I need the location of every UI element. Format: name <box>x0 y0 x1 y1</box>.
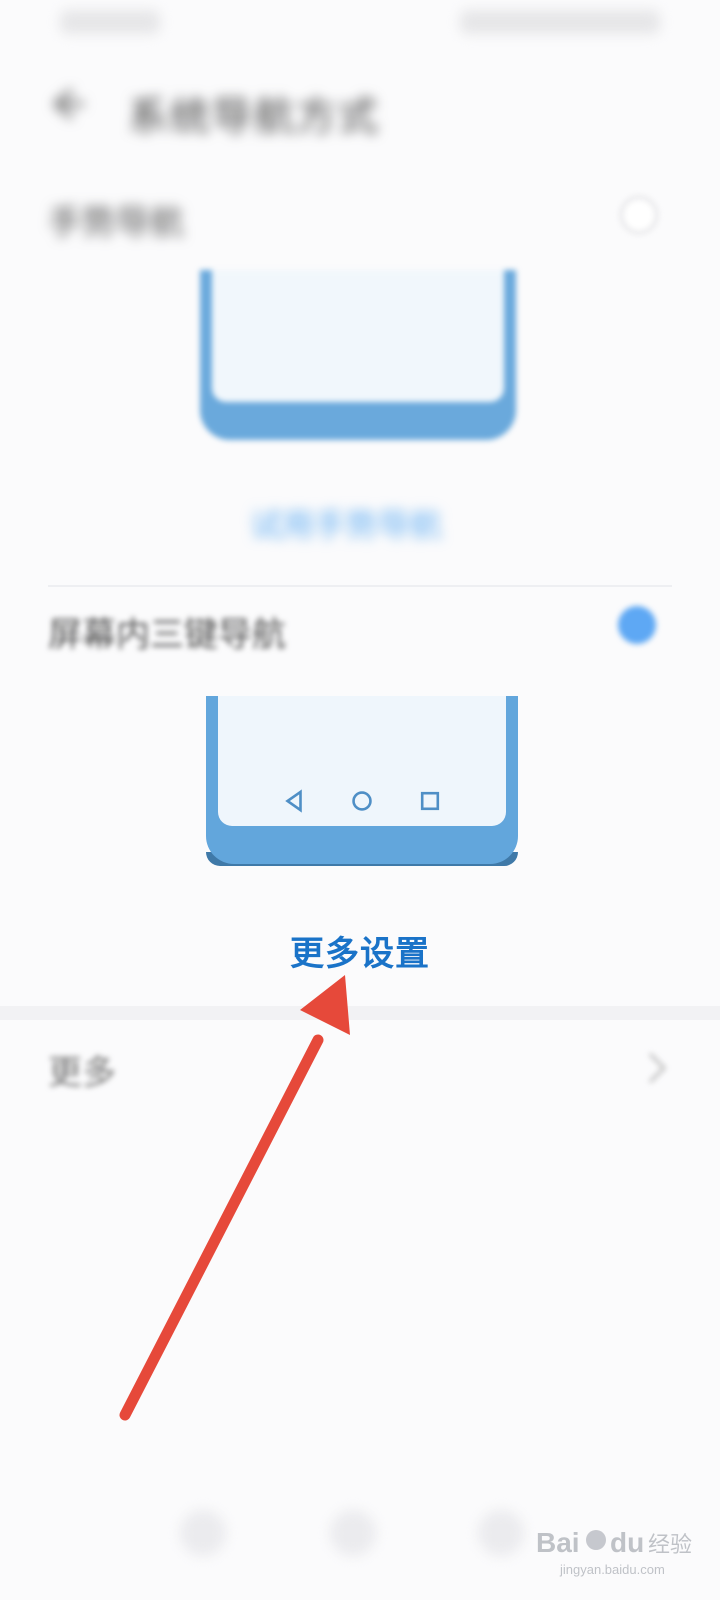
status-bar-left <box>60 10 160 34</box>
gesture-preview-image <box>200 270 516 440</box>
svg-text:经验: 经验 <box>648 1533 692 1558</box>
more-row-label[interactable]: 更多 <box>48 1045 116 1094</box>
svg-text:Bai: Bai <box>536 1527 580 1558</box>
option-gesture-label[interactable]: 手势导航 <box>48 195 184 244</box>
svg-text:jingyan.baidu.com: jingyan.baidu.com <box>559 1562 665 1577</box>
option-threekey-label[interactable]: 屏幕内三键导航 <box>48 607 286 656</box>
option-threekey-radio[interactable] <box>618 606 656 644</box>
nav-recents-icon[interactable] <box>478 1510 524 1556</box>
back-arrow-icon[interactable] <box>44 82 88 126</box>
svg-text:du: du <box>610 1527 644 1558</box>
try-gesture-link[interactable]: 试用手势导航 <box>250 500 442 546</box>
divider <box>48 585 672 587</box>
section-separator <box>0 1006 720 1020</box>
more-settings-link[interactable]: 更多设置 <box>0 926 720 975</box>
nav-home-icon[interactable] <box>330 1510 376 1556</box>
page-title: 系统导航方式 <box>128 94 380 140</box>
threekey-preview-image <box>206 696 518 864</box>
nav-back-icon[interactable] <box>180 1510 226 1556</box>
chevron-right-icon[interactable] <box>642 1048 672 1088</box>
status-bar-right <box>460 10 660 34</box>
recents-square-icon <box>420 791 440 811</box>
home-circle-icon <box>352 791 372 811</box>
back-triangle-icon <box>285 789 302 813</box>
baidu-jingyan-logo: Bai du 经验 jingyan.baidu.com <box>536 1527 692 1577</box>
option-gesture-radio[interactable] <box>620 196 658 234</box>
